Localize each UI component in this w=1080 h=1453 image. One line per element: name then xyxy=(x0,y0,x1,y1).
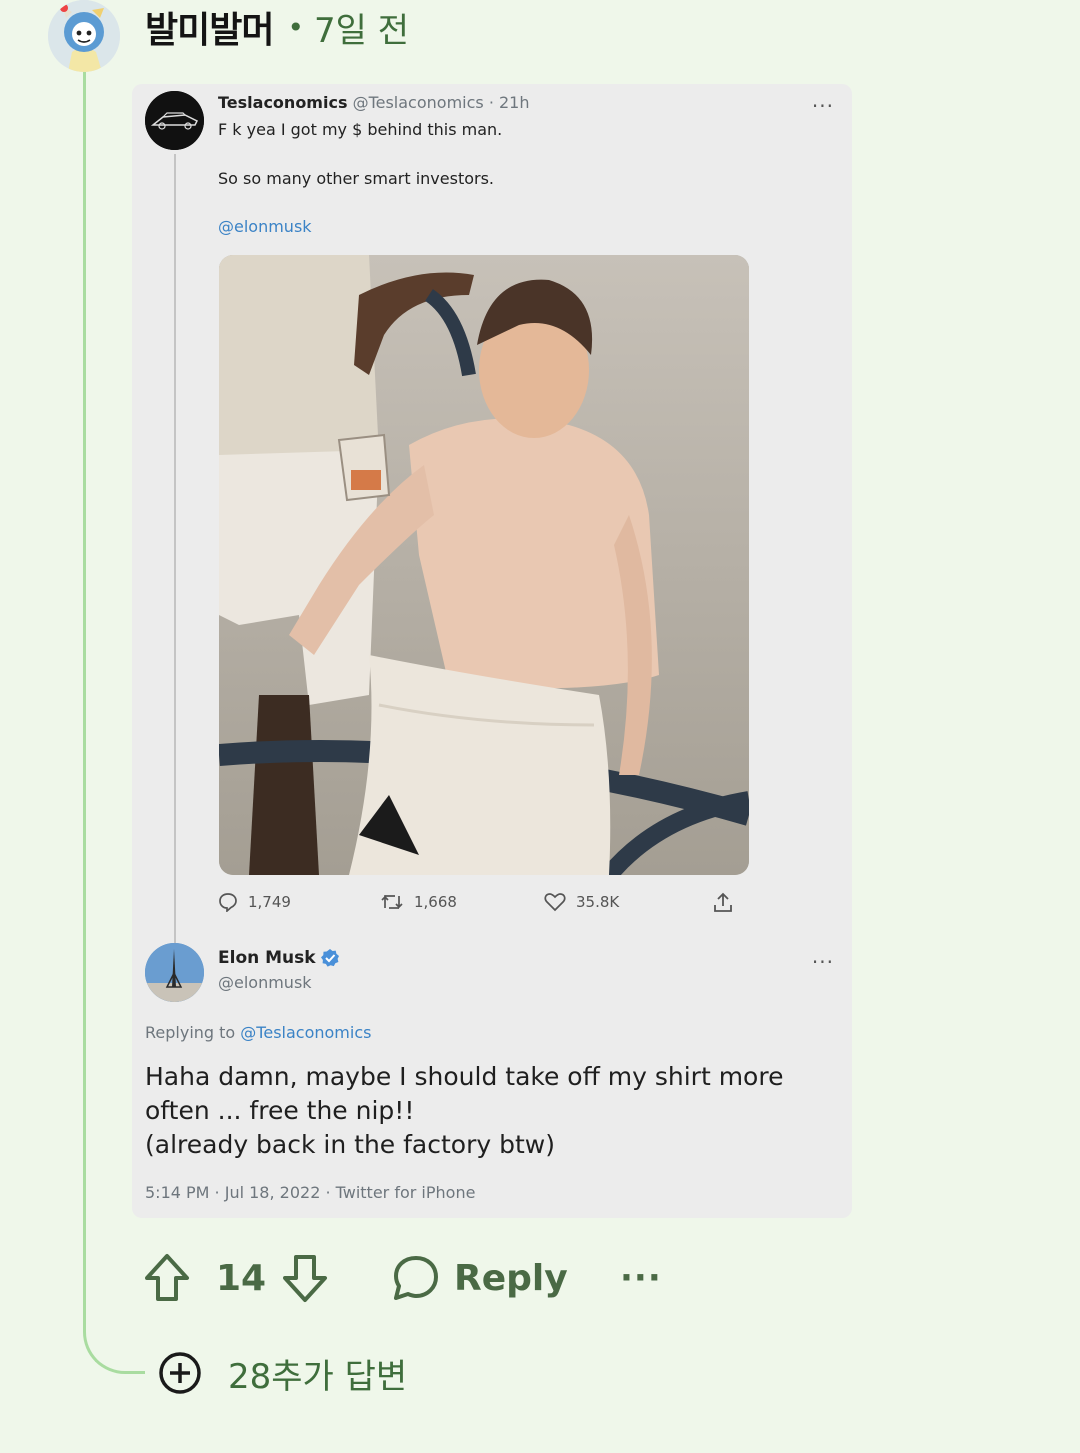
tweet-more-icon: ··· xyxy=(811,94,834,118)
tweet-text-line2: So so many other smart investors. xyxy=(218,169,494,188)
comment-bubble-icon xyxy=(219,893,237,912)
comment-header: 발미발머 • 7일 전 xyxy=(145,1,409,53)
more-replies-label: 28추가 답변 xyxy=(228,1356,408,1397)
reply-button[interactable]: Reply xyxy=(392,1248,568,1308)
tweet-stats-row: 1,749 1,668 35.8K xyxy=(218,892,748,916)
vote-count: 14 xyxy=(216,1257,267,1299)
reply-meta: 5:14 PM · Jul 18, 2022 · Twitter for iPh… xyxy=(145,1183,476,1202)
reply-author-handle: @elonmusk xyxy=(218,973,312,992)
reply-body-line3: (already back in the factory btw) xyxy=(145,1130,555,1159)
tweet-retweet-count: 1,668 xyxy=(414,893,457,911)
chat-bubble-icon xyxy=(394,1256,438,1300)
reply-more-icon: ··· xyxy=(811,950,834,974)
separator-dot: • xyxy=(287,10,304,44)
teslaconomics-avatar xyxy=(145,91,204,150)
tweet-header: Teslaconomics @Teslaconomics · 21h xyxy=(218,93,529,112)
tweet-retweet-stat: 1,668 xyxy=(380,892,457,912)
tweet-reply-stat: 1,749 xyxy=(218,892,291,912)
reply-label: Reply xyxy=(454,1257,568,1299)
elon-musk-avatar xyxy=(145,943,204,1002)
tweet-like-stat: 35.8K xyxy=(544,892,619,912)
tweet-photo xyxy=(219,255,749,875)
upvote-arrow-icon xyxy=(145,1254,189,1301)
share-icon xyxy=(714,892,732,912)
tweet-author-handle: @Teslaconomics · 21h xyxy=(352,93,530,112)
replying-to: Replying to @Teslaconomics xyxy=(145,1023,371,1042)
more-options-icon: ··· xyxy=(620,1258,662,1298)
user-avatar[interactable] xyxy=(48,0,120,72)
tweet-like-count: 35.8K xyxy=(576,893,620,911)
reply-author: Elon Musk xyxy=(218,948,340,968)
more-replies-link[interactable]: 28추가 답변 xyxy=(158,1350,408,1397)
verified-badge-icon xyxy=(320,949,339,967)
tweet-share-stat xyxy=(712,892,734,914)
reply-body-line2: often ... free the nip!! xyxy=(145,1096,415,1125)
tweet-thread-connector xyxy=(174,154,176,946)
tweet-text-line1: F k yea I got my $ behind this man. xyxy=(218,120,503,139)
downvote-arrow-icon xyxy=(283,1255,327,1302)
replying-prefix: Replying to xyxy=(145,1023,236,1042)
tweet-screenshot-image[interactable]: Teslaconomics @Teslaconomics · 21h ··· F… xyxy=(132,84,852,1218)
upvote-button[interactable] xyxy=(142,1248,192,1308)
reply-body: Haha damn, maybe I should take off my sh… xyxy=(145,1060,835,1162)
heart-icon xyxy=(544,893,566,912)
reply-body-line1: Haha damn, maybe I should take off my sh… xyxy=(145,1062,784,1091)
downvote-button[interactable] xyxy=(280,1248,330,1308)
tweet-reply-count: 1,749 xyxy=(248,893,291,911)
comment-action-bar: 14 Reply ··· xyxy=(142,1248,682,1308)
username[interactable]: 발미발머 xyxy=(145,1,274,53)
plus-circle-icon xyxy=(159,1352,201,1394)
tweet-mention: @elonmusk xyxy=(218,217,312,236)
more-options-button[interactable]: ··· xyxy=(620,1248,662,1308)
retweet-icon xyxy=(381,894,403,910)
reply-author-name: Elon Musk xyxy=(218,948,316,968)
tweet-author-name: Teslaconomics xyxy=(218,93,348,112)
replying-to-handle: @Teslaconomics xyxy=(240,1023,372,1042)
comment-timestamp: 7일 전 xyxy=(314,10,409,51)
